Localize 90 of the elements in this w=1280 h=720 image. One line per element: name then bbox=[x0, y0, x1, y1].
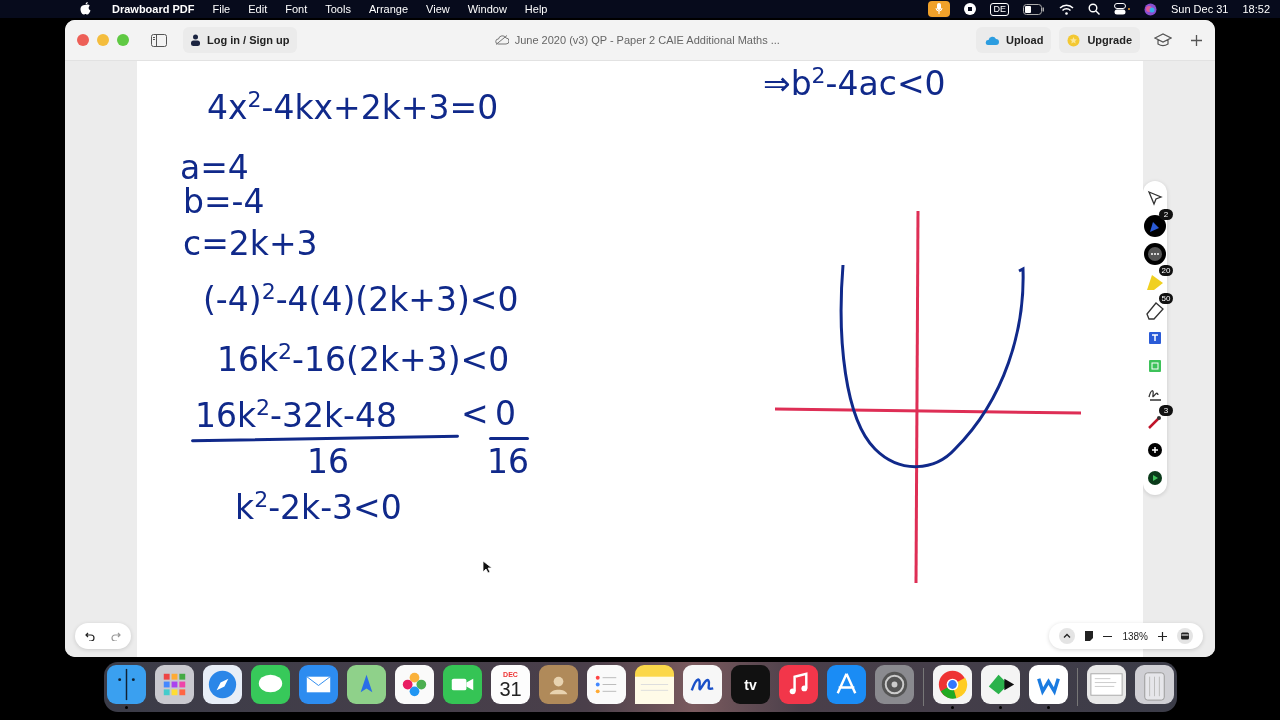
dock-app-button[interactable] bbox=[827, 665, 866, 704]
battery-icon[interactable] bbox=[1023, 3, 1045, 15]
menu-item[interactable]: Edit bbox=[248, 3, 268, 15]
menu-item[interactable]: View bbox=[426, 3, 450, 15]
tool-badge: 3 bbox=[1159, 405, 1173, 416]
microphone-indicator[interactable] bbox=[928, 1, 951, 17]
undo-icon bbox=[85, 631, 95, 641]
dock-app-button[interactable] bbox=[779, 665, 818, 704]
handwritten-equation: ⇒b$^{2}$-4ac<0 bbox=[763, 65, 946, 100]
apple-logo-icon[interactable] bbox=[80, 2, 91, 15]
dock-app-button[interactable] bbox=[203, 665, 242, 704]
handwritten-equation: k$^{2}$-2k-3<0 bbox=[235, 489, 402, 524]
menu-item[interactable]: File bbox=[212, 3, 231, 15]
menu-item[interactable]: Arrange bbox=[368, 3, 409, 15]
dock-app-button[interactable] bbox=[587, 665, 626, 704]
dock-app-button[interactable] bbox=[347, 665, 386, 704]
running-dot bbox=[125, 706, 128, 709]
dock-app-button[interactable] bbox=[155, 665, 194, 704]
dock-app-button[interactable] bbox=[683, 665, 722, 704]
document-title: June 2020 (v3) QP - Paper 2 CAIE Additional Maths ... bbox=[514, 34, 780, 46]
handwritten-equation: 16k$^{2}$-16(2k+3)<0 bbox=[217, 341, 510, 376]
dock-app-button[interactable] bbox=[933, 665, 972, 704]
graduation-cap-icon[interactable] bbox=[1154, 33, 1172, 47]
running-dot bbox=[1047, 706, 1050, 709]
close-window-button[interactable] bbox=[77, 34, 89, 46]
plus-icon[interactable] bbox=[1190, 33, 1203, 47]
handwritten-equation: c=2k+3 bbox=[183, 227, 318, 260]
tool-button[interactable] bbox=[1144, 243, 1166, 265]
microphone-icon bbox=[935, 3, 944, 15]
mouse-cursor-icon bbox=[482, 560, 492, 574]
dock-app-button[interactable] bbox=[1029, 665, 1068, 704]
menu-item[interactable]: Tools bbox=[325, 3, 351, 15]
tool-badge: 50 bbox=[1159, 293, 1173, 304]
running-dot bbox=[999, 706, 1002, 709]
menu-item[interactable]: Help bbox=[524, 3, 548, 15]
menu-item[interactable]: Font bbox=[285, 3, 308, 15]
handwritten-equation: a=4 bbox=[180, 151, 249, 184]
running-dot bbox=[951, 706, 954, 709]
page-icon bbox=[1085, 631, 1094, 641]
record-stop-icon[interactable] bbox=[964, 3, 977, 15]
wifi-icon[interactable] bbox=[1059, 3, 1074, 15]
plus-icon bbox=[1158, 631, 1167, 641]
dock-app-button[interactable] bbox=[539, 665, 578, 704]
person-icon bbox=[191, 34, 200, 46]
scroll-up-button[interactable] bbox=[1059, 628, 1076, 644]
zoom-level: 138% bbox=[1122, 630, 1148, 642]
zoom-in-button[interactable] bbox=[1158, 631, 1167, 641]
handwritten-denominator: 16 bbox=[487, 445, 529, 478]
page-button[interactable] bbox=[1085, 631, 1094, 641]
dock-app-button[interactable] bbox=[251, 665, 290, 704]
control-center-icon[interactable] bbox=[1114, 3, 1130, 15]
handwritten-equation: b=-4 bbox=[183, 185, 265, 218]
handwritten-numerator: 0 bbox=[495, 397, 516, 430]
tv-app-icon[interactable]: tv bbox=[731, 665, 770, 704]
handwritten-denominator: 16 bbox=[307, 445, 349, 478]
view-mode-button[interactable] bbox=[1177, 628, 1193, 644]
dock-app-button[interactable] bbox=[1135, 665, 1174, 704]
star-coin-icon bbox=[1067, 33, 1081, 47]
handwritten-numerator: 16k$^{2}$-32k-48 bbox=[195, 397, 398, 432]
upgrade-button[interactable]: Upgrade bbox=[1059, 27, 1140, 53]
chevron-up-icon bbox=[1059, 628, 1076, 644]
cloud-icon bbox=[984, 35, 1000, 45]
menu-bar-date[interactable]: Sun Dec 31 bbox=[1171, 3, 1229, 15]
upload-button[interactable]: Upload bbox=[976, 27, 1052, 53]
siri-icon[interactable] bbox=[1144, 2, 1157, 16]
tool-button[interactable] bbox=[1144, 215, 1166, 237]
dock-app-button[interactable] bbox=[981, 665, 1020, 704]
search-icon[interactable] bbox=[1088, 3, 1100, 15]
cloud-off-icon bbox=[493, 35, 509, 45]
dock-app-button[interactable] bbox=[395, 665, 434, 704]
handwritten-equation: (-4)$^{2}$-4(4)(2k+3)<0 bbox=[203, 281, 519, 316]
redo-button[interactable] bbox=[111, 631, 121, 641]
dock-app-button[interactable] bbox=[443, 665, 482, 704]
tool-badge: 20 bbox=[1159, 265, 1173, 276]
dock-app-button[interactable] bbox=[1087, 665, 1126, 704]
menu-bar-time[interactable]: 18:52 bbox=[1242, 3, 1270, 15]
tool-badge: 2 bbox=[1159, 209, 1173, 220]
dock-app-button[interactable] bbox=[299, 665, 338, 704]
undo-button[interactable] bbox=[85, 631, 95, 641]
menu-item[interactable]: Window bbox=[467, 3, 507, 15]
handwritten-equation: 4x$^{2}$-4kx+2k+3=0 bbox=[207, 89, 499, 124]
dock-app-button[interactable] bbox=[107, 665, 146, 704]
keyboard-layout[interactable]: DE bbox=[990, 2, 1009, 16]
sidebar-toggle-icon[interactable] bbox=[151, 33, 167, 47]
fraction-bar bbox=[489, 437, 529, 440]
app-name-menu[interactable]: Drawboard PDF bbox=[112, 3, 195, 15]
redo-icon bbox=[111, 631, 121, 641]
handwritten-relation: < bbox=[461, 397, 489, 430]
panel-icon bbox=[1177, 628, 1193, 644]
login-button[interactable]: Log in / Sign up bbox=[183, 27, 298, 53]
